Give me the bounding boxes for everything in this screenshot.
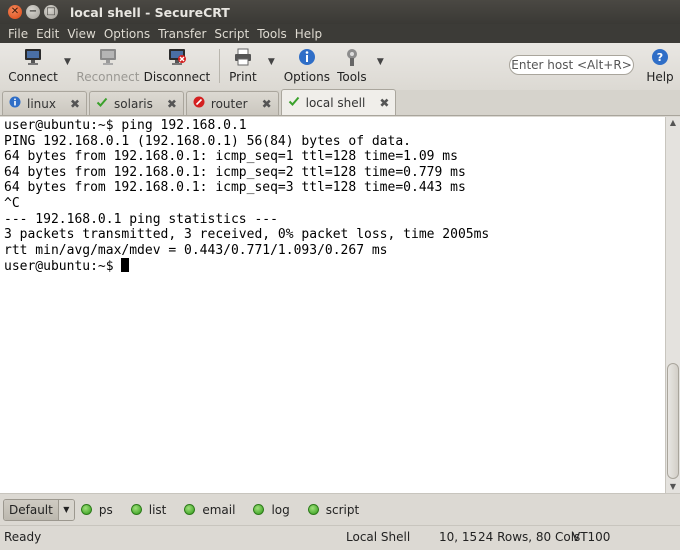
status-terminal-size: 24 Rows, 80 Cols bbox=[478, 530, 581, 544]
tools-button[interactable]: Tools bbox=[333, 43, 371, 90]
tools-gear-icon bbox=[342, 47, 362, 67]
host-input[interactable]: Enter host <Alt+R> bbox=[509, 55, 634, 75]
options-button[interactable]: Options bbox=[284, 43, 330, 90]
printer-icon bbox=[233, 47, 253, 67]
scroll-up-icon[interactable]: ▲ bbox=[666, 117, 680, 129]
green-dot-icon bbox=[80, 504, 92, 515]
connect-dropdown-icon[interactable]: ▼ bbox=[64, 57, 71, 67]
button-script[interactable]: script bbox=[307, 503, 359, 517]
info-icon bbox=[297, 47, 317, 67]
svg-text:?: ? bbox=[657, 51, 663, 64]
tab-solaris[interactable]: solaris ✖ bbox=[89, 91, 184, 115]
check-status-icon bbox=[288, 95, 300, 110]
maximize-window-icon[interactable]: □ bbox=[44, 5, 58, 19]
tab-close-icon[interactable]: ✖ bbox=[167, 97, 177, 111]
menu-transfer[interactable]: Transfer bbox=[154, 27, 210, 41]
terminal-output[interactable]: user@ubuntu:~$ ping 192.168.0.1 PING 192.… bbox=[0, 117, 665, 493]
tools-dropdown-icon[interactable]: ▼ bbox=[377, 57, 384, 67]
terminal-scrollbar[interactable]: ▲ ▼ bbox=[665, 117, 680, 493]
status-bar: Ready Local Shell 10, 15 24 Rows, 80 Col… bbox=[0, 525, 680, 550]
terminal-prompt: user@ubuntu:~$ bbox=[4, 259, 122, 275]
menu-edit[interactable]: Edit bbox=[32, 27, 63, 41]
session-tab-bar: linux ✖ solaris ✖ router ✖ local shell ✖ bbox=[0, 89, 680, 116]
terminal-line: ^C bbox=[4, 195, 20, 211]
green-dot-icon bbox=[253, 504, 265, 515]
title-bar: ✕ − □ local shell - SecureCRT bbox=[0, 0, 680, 24]
menu-view[interactable]: View bbox=[63, 27, 99, 41]
scroll-down-icon[interactable]: ▼ bbox=[666, 481, 680, 493]
terminal-line: 64 bytes from 192.168.0.1: icmp_seq=1 tt… bbox=[4, 149, 458, 165]
status-ready: Ready bbox=[4, 530, 42, 544]
selector-dropdown-icon[interactable]: ▼ bbox=[57, 499, 74, 520]
connect-button[interactable]: Connect bbox=[8, 43, 58, 90]
print-button[interactable]: Print bbox=[226, 43, 260, 90]
menu-script[interactable]: Script bbox=[210, 27, 253, 41]
button-ps[interactable]: ps bbox=[80, 503, 113, 517]
button-bar-selector[interactable]: Default ▼ bbox=[3, 498, 75, 521]
error-status-icon bbox=[193, 96, 205, 111]
menu-help[interactable]: Help bbox=[291, 27, 326, 41]
tab-router[interactable]: router ✖ bbox=[185, 91, 279, 115]
terminal-line: --- 192.168.0.1 ping statistics --- bbox=[4, 211, 278, 227]
button-bar: Default ▼ ps list email log script bbox=[0, 493, 680, 525]
button-list[interactable]: list bbox=[130, 503, 166, 517]
tab-close-icon[interactable]: ✖ bbox=[70, 97, 80, 111]
help-icon: ? bbox=[650, 47, 670, 67]
terminal-line: 64 bytes from 192.168.0.1: icmp_seq=2 tt… bbox=[4, 164, 466, 180]
close-window-icon[interactable]: ✕ bbox=[8, 5, 22, 19]
menu-options[interactable]: Options bbox=[100, 27, 154, 41]
connect-monitor-icon bbox=[23, 47, 43, 67]
disconnect-button[interactable]: Disconnect bbox=[144, 43, 210, 90]
scrollbar-thumb[interactable] bbox=[667, 363, 679, 479]
terminal-prompt-line: user@ubuntu:~$ bbox=[4, 258, 661, 275]
menu-bar: File Edit View Options Transfer Script T… bbox=[0, 24, 680, 43]
tab-local-shell[interactable]: local shell ✖ bbox=[280, 89, 397, 115]
terminal-line: PING 192.168.0.1 (192.168.0.1) 56(84) by… bbox=[4, 133, 411, 149]
green-dot-icon bbox=[307, 504, 319, 515]
menu-tools[interactable]: Tools bbox=[253, 27, 291, 41]
button-email[interactable]: email bbox=[184, 503, 235, 517]
help-button[interactable]: ? Help bbox=[645, 43, 675, 90]
toolbar: Connect ▼ Reconnect Disconnect Print ▼ O… bbox=[0, 43, 680, 90]
minimize-window-icon[interactable]: − bbox=[26, 5, 40, 19]
status-emulation: VT100 bbox=[572, 530, 611, 544]
reconnect-button[interactable]: Reconnect bbox=[76, 43, 139, 90]
green-dot-icon bbox=[130, 504, 142, 515]
print-dropdown-icon[interactable]: ▼ bbox=[268, 57, 275, 67]
terminal-cursor bbox=[121, 258, 130, 273]
tab-close-icon[interactable]: ✖ bbox=[379, 96, 389, 110]
disconnect-monitor-icon bbox=[167, 47, 187, 67]
terminal-line: 3 packets transmitted, 3 received, 0% pa… bbox=[4, 227, 490, 243]
terminal-line: user@ubuntu:~$ ping 192.168.0.1 bbox=[4, 118, 247, 133]
info-status-icon bbox=[9, 96, 21, 111]
green-dot-icon bbox=[184, 504, 196, 515]
reconnect-monitor-icon bbox=[98, 47, 118, 67]
terminal-line: rtt min/avg/max/mdev = 0.443/0.771/1.093… bbox=[4, 242, 388, 258]
status-session: Local Shell bbox=[346, 530, 411, 544]
button-log[interactable]: log bbox=[253, 503, 290, 517]
menu-file[interactable]: File bbox=[4, 27, 32, 41]
tab-linux[interactable]: linux ✖ bbox=[2, 91, 88, 115]
toolbar-separator bbox=[218, 49, 220, 83]
check-status-icon bbox=[96, 96, 108, 111]
window-title: local shell - SecureCRT bbox=[70, 4, 230, 20]
terminal-line: 64 bytes from 192.168.0.1: icmp_seq=3 tt… bbox=[4, 180, 466, 196]
tab-close-icon[interactable]: ✖ bbox=[262, 97, 272, 111]
status-cursor-position: 10, 15 bbox=[439, 530, 478, 544]
